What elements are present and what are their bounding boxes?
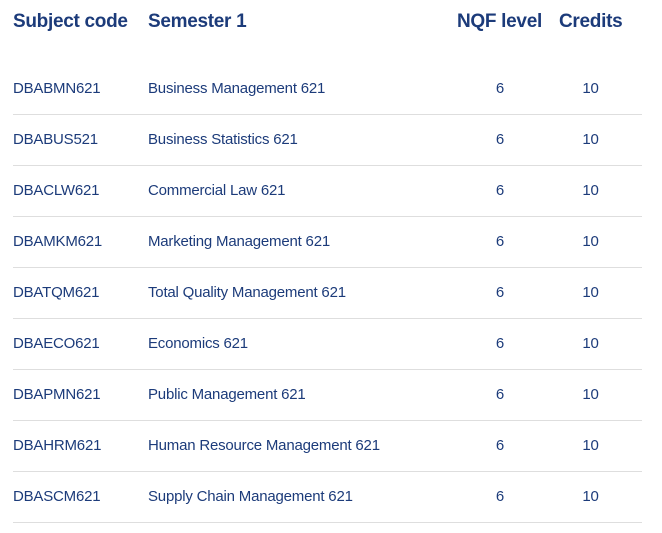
credits-cell: 10 (582, 131, 599, 148)
subject-name-cell: Total Quality Management 621 (148, 284, 346, 301)
subject-name-cell: Human Resource Management 621 (148, 437, 380, 454)
nqf-level-cell: 6 (495, 386, 505, 403)
header-credits: Credits (559, 11, 623, 32)
subject-code-cell: DBACLW621 (13, 182, 100, 199)
credits-cell: 10 (582, 488, 599, 505)
table-row: DBABMN621 Business Management 621 6 10 (13, 64, 642, 115)
credits-cell: 10 (582, 182, 599, 199)
table-row: DBABUS521 Business Statistics 621 6 10 (13, 115, 642, 166)
nqf-level-cell: 6 (495, 131, 505, 148)
table-header: Subject code Semester 1 NQF level Credit… (13, 0, 642, 64)
subject-code-cell: DBAHRM621 (13, 437, 102, 454)
credits-cell: 10 (582, 284, 599, 301)
table-row: DBATQM621 Total Quality Management 621 6 10 (13, 268, 642, 319)
subject-name-cell: Business Statistics 621 (148, 131, 298, 148)
table-row: DBASCM621 Supply Chain Management 621 6 10 (13, 472, 642, 523)
header-nqf-level: NQF level (457, 11, 542, 32)
nqf-level-cell: 6 (495, 488, 505, 505)
table-row: DBACLW621 Commercial Law 621 6 10 (13, 166, 642, 217)
subject-name-cell: Marketing Management 621 (148, 233, 330, 250)
subject-code-cell: DBATQM621 (13, 284, 100, 301)
credits-cell: 10 (582, 335, 599, 352)
header-semester: Semester 1 (148, 11, 247, 32)
subject-name-cell: Business Management 621 (148, 80, 326, 97)
subject-code-cell: DBASCM621 (13, 488, 101, 505)
header-subject-code: Subject code (13, 11, 128, 32)
credits-cell: 10 (582, 80, 599, 97)
subject-name-cell: Commercial Law 621 (148, 182, 286, 199)
subject-code-cell: DBAECO621 (13, 335, 100, 352)
subject-code-cell: DBABUS521 (13, 131, 98, 148)
subject-code-cell: DBAMKM621 (13, 233, 103, 250)
subject-name-cell: Economics 621 (148, 335, 248, 352)
subjects-table: Subject code Semester 1 NQF level Credit… (13, 0, 642, 523)
nqf-level-cell: 6 (495, 182, 505, 199)
credits-cell: 10 (582, 233, 599, 250)
table-row: DBAHRM621 Human Resource Management 621 6 1… (13, 421, 642, 472)
credits-cell: 10 (582, 386, 599, 403)
subject-code-cell: DBAPMN621 (13, 386, 101, 403)
credits-cell: 10 (582, 437, 599, 454)
nqf-level-cell: 6 (495, 284, 505, 301)
table-row: DBAPMN621 Public Management 621 6 10 (13, 370, 642, 421)
subject-name-cell: Supply Chain Management 621 (148, 488, 353, 505)
nqf-level-cell: 6 (495, 335, 505, 352)
nqf-level-cell: 6 (495, 437, 505, 454)
nqf-level-cell: 6 (495, 233, 505, 250)
nqf-level-cell: 6 (495, 80, 505, 97)
subject-code-cell: DBABMN621 (13, 80, 101, 97)
table-row: DBAECO621 Economics 621 6 10 (13, 319, 642, 370)
table-row: DBAMKM621 Marketing Management 621 6 10 (13, 217, 642, 268)
table-body: DBABMN621 Business Management 621 6 10 DBABU… (13, 64, 642, 523)
subject-name-cell: Public Management 621 (148, 386, 306, 403)
